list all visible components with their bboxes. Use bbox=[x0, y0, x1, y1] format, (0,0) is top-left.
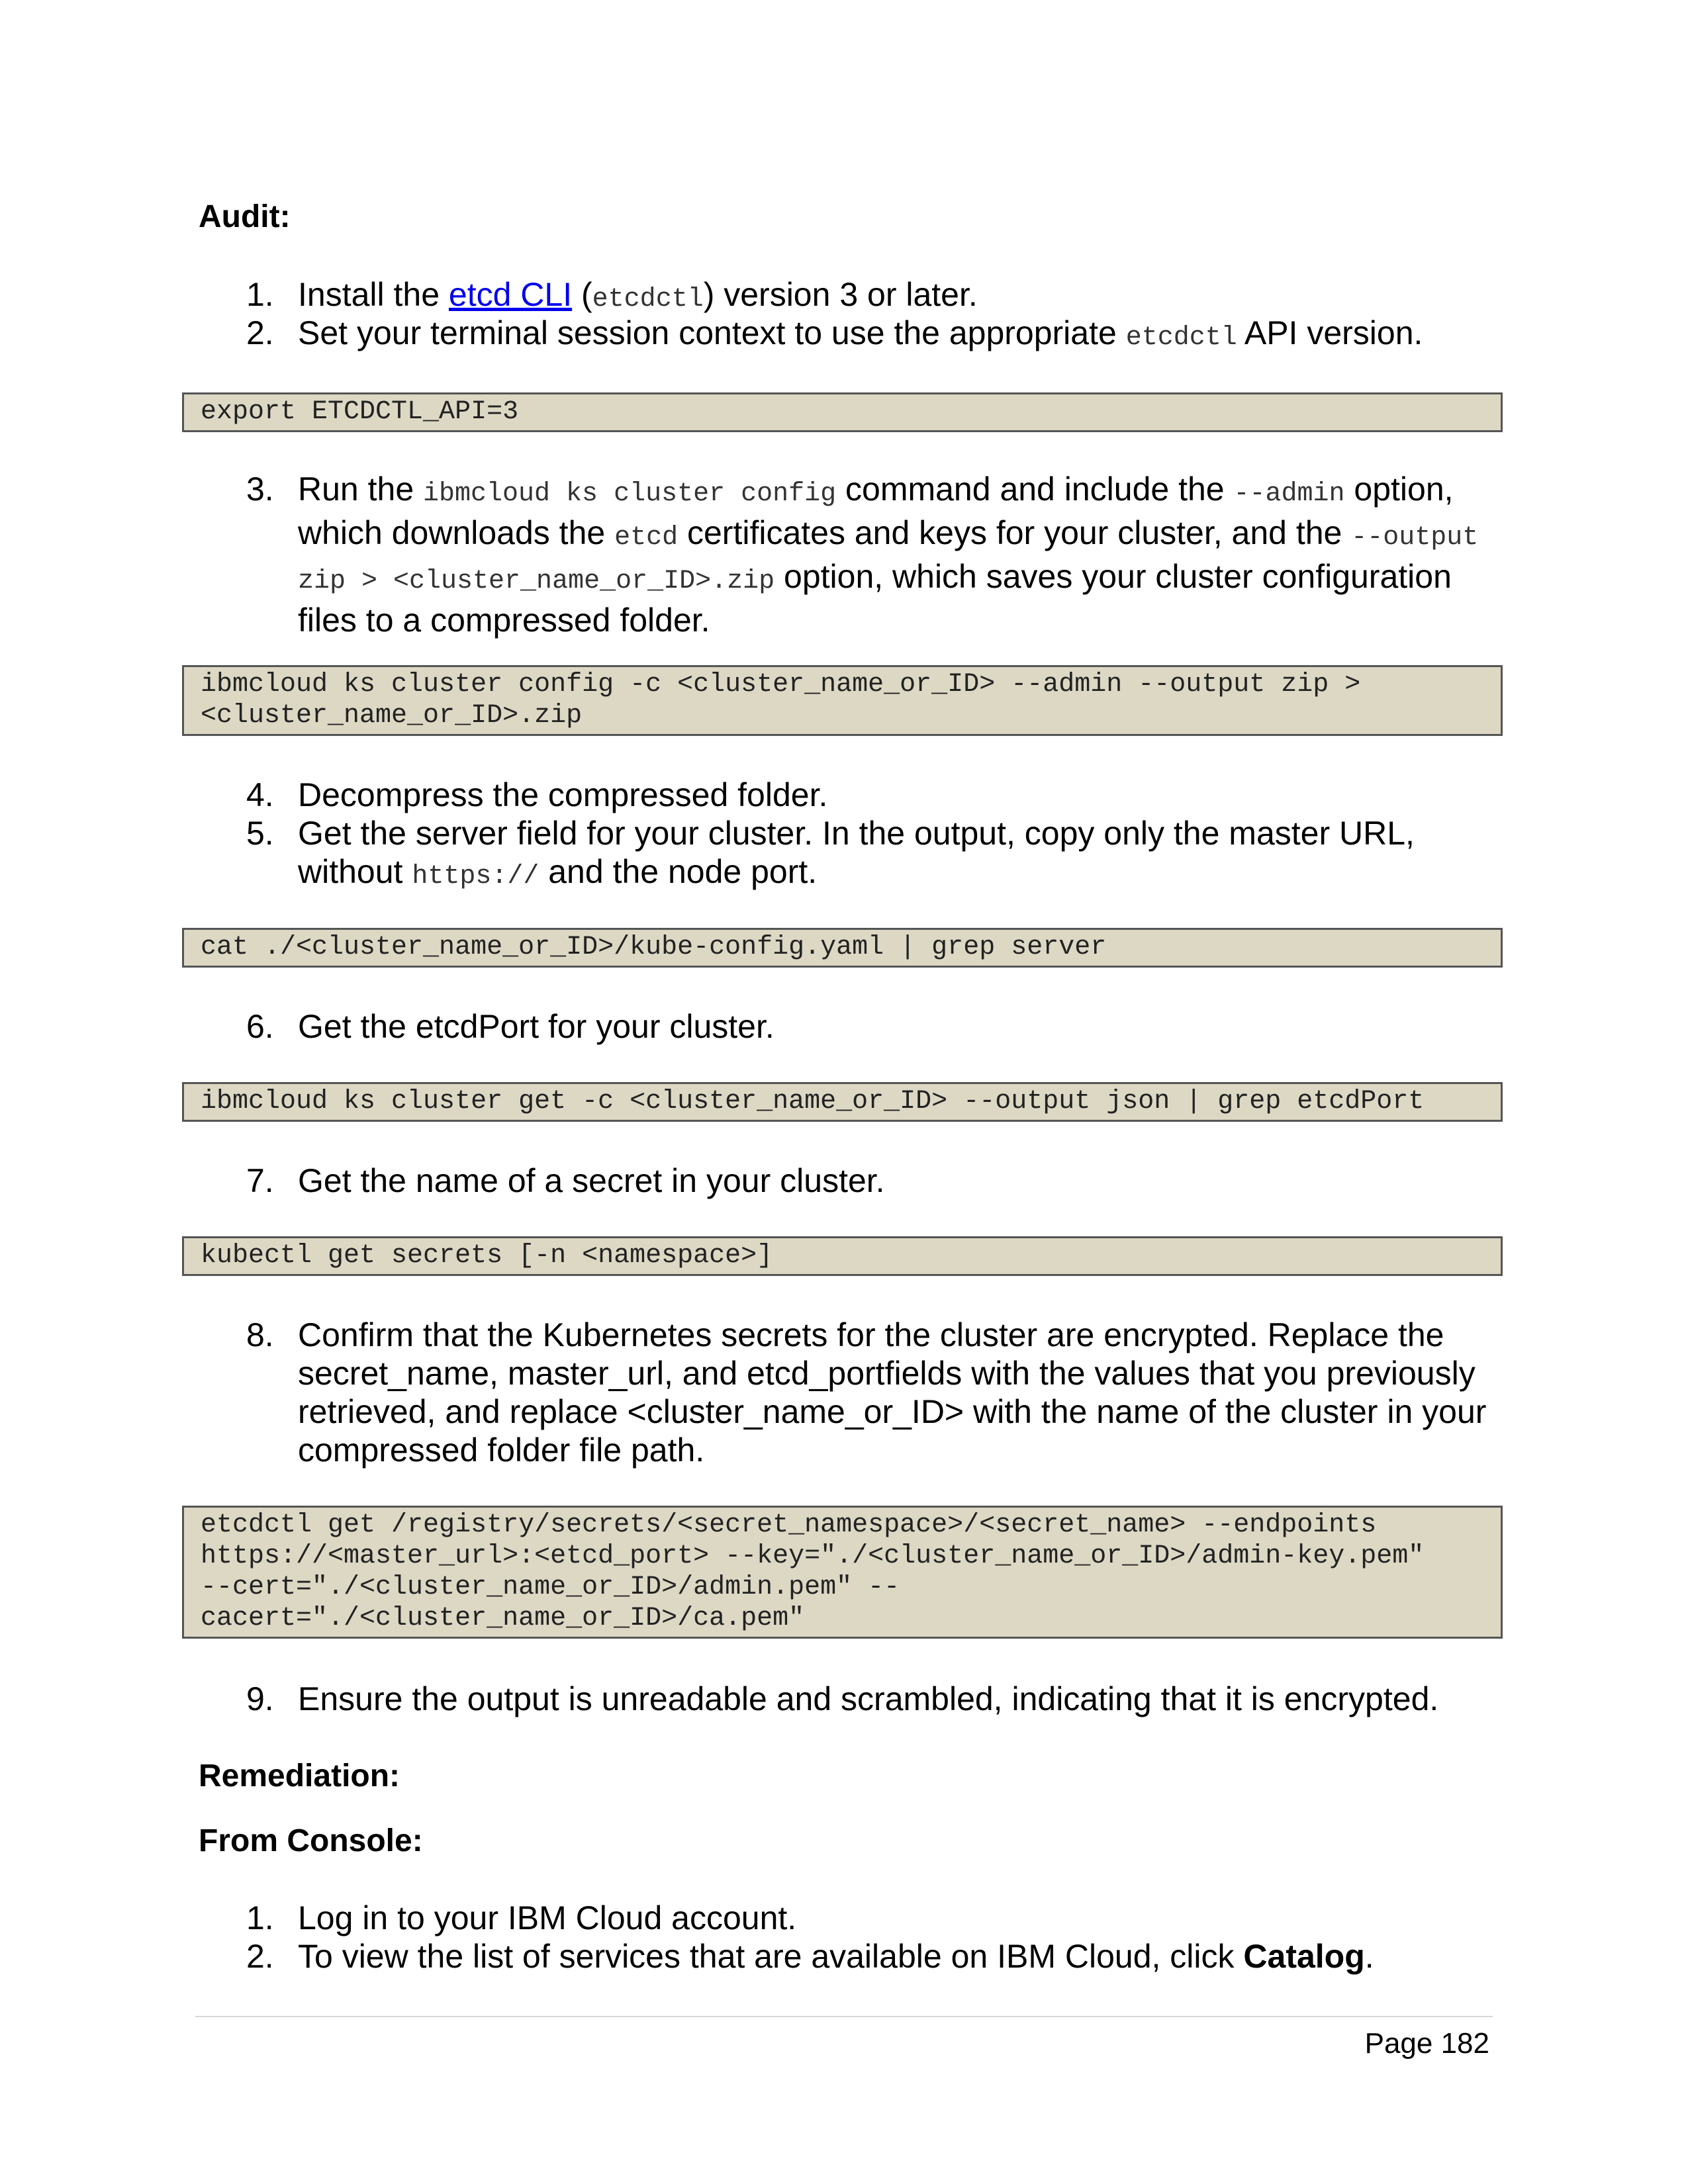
step-number: 6. bbox=[246, 1008, 274, 1045]
step-number: 9. bbox=[246, 1680, 274, 1717]
step-text: Log in to your IBM Cloud account. bbox=[298, 1899, 797, 1936]
step-text: . bbox=[1364, 1938, 1374, 1975]
remediation-step-2: 2. To view the list of services that are… bbox=[246, 1937, 1504, 1976]
step-number: 5. bbox=[246, 815, 274, 852]
inline-code: ibmcloud ks cluster config bbox=[423, 479, 837, 509]
step-number: 7. bbox=[246, 1162, 274, 1199]
inline-code: etcd bbox=[614, 523, 679, 553]
step-text: and the node port. bbox=[539, 853, 818, 890]
inline-code: etcdctl bbox=[592, 285, 704, 314]
audit-step-5: 5. Get the server field for your cluster… bbox=[246, 814, 1504, 896]
step-text: Install the bbox=[298, 276, 449, 313]
step-text: Get the etcdPort for your cluster. bbox=[298, 1008, 774, 1045]
from-console-heading: From Console: bbox=[199, 1823, 423, 1858]
audit-step-9: 9. Ensure the output is unreadable and s… bbox=[246, 1680, 1504, 1718]
remediation-step-1: 1. Log in to your IBM Cloud account. bbox=[246, 1899, 1504, 1937]
step-text: API version. bbox=[1237, 314, 1423, 351]
step-text: Run the bbox=[298, 471, 424, 508]
code-block-etcd-port: ibmcloud ks cluster get -c <cluster_name… bbox=[182, 1082, 1503, 1122]
code-block-get-secrets: kubectl get secrets [-n <namespace>] bbox=[182, 1236, 1503, 1276]
audit-step-7: 7. Get the name of a secret in your clus… bbox=[246, 1161, 1504, 1200]
audit-step-8: 8. Confirm that the Kubernetes secrets f… bbox=[246, 1316, 1504, 1469]
step-number: 2. bbox=[246, 1938, 274, 1975]
step-text: To view the list of services that are av… bbox=[298, 1938, 1244, 1975]
step-number: 3. bbox=[246, 471, 274, 508]
audit-step-3: 3. Run the ibmcloud ks cluster config co… bbox=[246, 470, 1504, 639]
audit-step-2: 2. Set your terminal session context to … bbox=[246, 314, 1504, 357]
audit-heading: Audit: bbox=[199, 199, 291, 234]
footer-divider bbox=[195, 2016, 1493, 2017]
inline-code: --admin bbox=[1233, 479, 1345, 509]
catalog-bold: Catalog bbox=[1243, 1938, 1365, 1975]
step-text: Confirm that the Kubernetes secrets for … bbox=[298, 1316, 1487, 1469]
inline-code: etcdctl bbox=[1125, 323, 1237, 353]
step-number: 4. bbox=[246, 776, 274, 813]
step-text: certificates and keys for your cluster, … bbox=[678, 514, 1352, 551]
audit-step-1: 1. Install the etcd CLI (etcdctl) versio… bbox=[246, 275, 1504, 319]
step-text: Decompress the compressed folder. bbox=[298, 776, 828, 813]
inline-code: https:// bbox=[412, 862, 539, 891]
step-text: Ensure the output is unreadable and scra… bbox=[298, 1680, 1439, 1717]
step-number: 1. bbox=[246, 1899, 274, 1936]
step-number: 1. bbox=[246, 276, 274, 313]
etcd-cli-link[interactable]: etcd CLI bbox=[449, 276, 572, 313]
step-text: command and include the bbox=[836, 471, 1234, 508]
document-page: Audit: 1. Install the etcd CLI (etcdctl)… bbox=[0, 0, 1688, 2184]
step-text: Set your terminal session context to use… bbox=[298, 314, 1126, 351]
step-number: 8. bbox=[246, 1316, 274, 1353]
audit-step-6: 6. Get the etcdPort for your cluster. bbox=[246, 1007, 1504, 1046]
audit-step-4: 4. Decompress the compressed folder. bbox=[246, 776, 1504, 814]
code-block-grep-server: cat ./<cluster_name_or_ID>/kube-config.y… bbox=[182, 928, 1503, 968]
step-text: ( bbox=[572, 276, 592, 313]
step-text: Get the name of a secret in your cluster… bbox=[298, 1162, 885, 1199]
code-block-cluster-config: ibmcloud ks cluster config -c <cluster_n… bbox=[182, 665, 1503, 736]
remediation-heading: Remediation: bbox=[199, 1758, 400, 1794]
code-block-etcdctl-get: etcdctl get /registry/secrets/<secret_na… bbox=[182, 1506, 1503, 1639]
page-number: Page 182 bbox=[1364, 2027, 1489, 2060]
step-text: ) version 3 or later. bbox=[703, 276, 978, 313]
code-block-export-api: export ETCDCTL_API=3 bbox=[182, 392, 1503, 432]
step-number: 2. bbox=[246, 314, 274, 351]
